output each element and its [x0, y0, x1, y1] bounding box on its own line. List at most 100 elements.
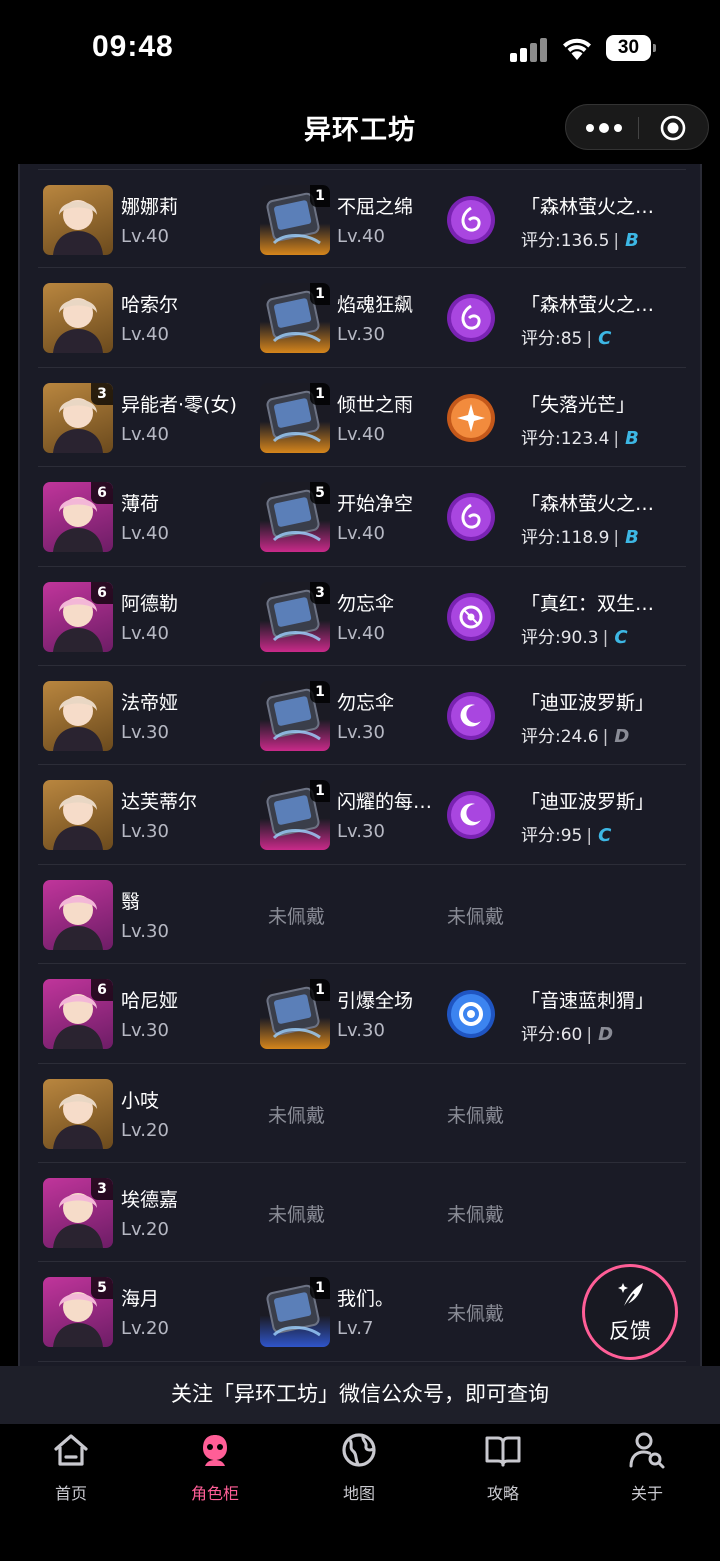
character-row[interactable]: 娜娜莉 Lv.40 1 不屈之绵 Lv.40 「森林萤火之… 评分:136.5 | B — [38, 169, 686, 269]
tab-character-cabinet[interactable]: 角色柜 — [170, 1430, 260, 1508]
character-row[interactable]: 6 薄荷 Lv.40 5 开始净空 Lv.40 「森林萤火之… 评分:118.9 | B — [38, 467, 686, 567]
feedback-button[interactable]: 反馈 — [582, 1264, 678, 1360]
weapon-name: 我们。 — [337, 1288, 395, 1311]
character-avatar: 3 — [43, 382, 113, 453]
weapon-icon: 1 — [260, 185, 330, 255]
weapon-name: 勿忘伞 — [337, 592, 395, 615]
tab-about[interactable]: 关于 — [602, 1430, 692, 1508]
weapon-icon: 3 — [260, 581, 330, 652]
weapon-icon: 1 — [260, 780, 330, 851]
weapon-name: 不屈之绵 — [337, 196, 414, 218]
equipment-grade: D — [614, 725, 630, 747]
equipment-score: 评分:118.9 | B — [521, 523, 639, 548]
weapon-icon: 1 — [260, 1277, 330, 1348]
weapon-name: 闪耀的每… — [337, 791, 433, 814]
navigation-bar: 异环工坊 — [0, 96, 720, 164]
character-avatar — [43, 185, 113, 255]
character-row[interactable]: 6 哈尼娅 Lv.30 1 引爆全场 Lv.30 「音速蓝刺猬」 评分:60 | D — [38, 964, 686, 1064]
character-level: Lv.20 — [121, 1119, 169, 1141]
character-row[interactable]: 达芙蒂尔 Lv.30 1 闪耀的每… Lv.30 「迪亚波罗斯」 评分:95 | C — [38, 765, 686, 865]
weapon-name: 倾世之雨 — [337, 393, 414, 416]
character-row[interactable]: 6 阿德勒 Lv.40 3 勿忘伞 Lv.40 「真红：双生… 评分:90.3 | C — [38, 567, 686, 666]
equipment-set-icon — [446, 195, 496, 245]
equipment-score: 评分:24.6 | D — [521, 722, 629, 747]
character-name: 埃德嘉 — [121, 1188, 179, 1211]
feedback-label: 反馈 — [609, 1319, 651, 1343]
weapon-level: Lv.40 — [337, 226, 385, 247]
character-name: 哈尼娅 — [121, 990, 179, 1013]
tab-label-home: 首页 — [54, 1484, 87, 1503]
score-separator: | — [586, 826, 593, 847]
more-icon[interactable] — [584, 119, 624, 137]
tab-map[interactable]: 地图 — [314, 1430, 404, 1508]
character-row[interactable]: 法帝娅 Lv.30 1 勿忘伞 Lv.30 「迪亚波罗斯」 评分:24.6 | D — [38, 666, 686, 766]
equipment-grade: C — [614, 626, 628, 648]
tab-label-map: 地图 — [342, 1484, 375, 1503]
character-list: 娜娜莉 Lv.40 1 不屈之绵 Lv.40 「森林萤火之… 评分:136.5 | B 哈索尔 Lv… — [38, 169, 686, 1362]
character-level: Lv.20 — [121, 1218, 169, 1240]
home-icon — [54, 1434, 88, 1466]
score-separator: | — [613, 231, 620, 251]
weapon-icon: 1 — [260, 382, 330, 453]
character-level: Lv.40 — [121, 622, 169, 644]
weapon-name: 引爆全场 — [337, 990, 414, 1013]
equipment-score-value: 评分:95 — [521, 826, 583, 847]
character-level: Lv.30 — [121, 821, 169, 843]
equipment-set-name: 「失落光芒」 — [521, 393, 636, 416]
equipment-score: 评分:136.5 | B — [521, 226, 639, 251]
weapon-icon: 1 — [260, 979, 330, 1050]
equipment-score-value: 评分:24.6 — [521, 726, 599, 747]
character-row[interactable]: 3 埃德嘉 Lv.20 未佩戴 未佩戴 — [38, 1163, 686, 1263]
score-separator: | — [602, 627, 609, 648]
score-separator: | — [613, 528, 620, 549]
weapon-unequipped-label: 未佩戴 — [268, 1203, 326, 1226]
feather-icon — [618, 1283, 643, 1310]
character-cabinet-panel[interactable]: 娜娜莉 Lv.40 1 不屈之绵 Lv.40 「森林萤火之… 评分:136.5 | B 哈索尔 Lv… — [18, 164, 702, 1366]
equipment-score: 评分:60 | D — [521, 1020, 613, 1045]
character-rank-badge: 5 — [91, 1277, 113, 1300]
person-search-icon — [629, 1432, 665, 1469]
character-level: Lv.40 — [121, 523, 169, 545]
equipment-score: 评分:123.4 | B — [521, 424, 639, 449]
character-avatar: 3 — [43, 1177, 113, 1248]
score-separator: | — [586, 329, 593, 350]
character-row[interactable]: 小吱 Lv.20 未佩戴 未佩戴 — [38, 1064, 686, 1163]
character-rank-badge: 3 — [91, 1177, 113, 1200]
character-level: Lv.30 — [121, 721, 169, 743]
tab-label-character-cabinet: 角色柜 — [190, 1484, 239, 1503]
battery-icon: 30 — [606, 35, 656, 61]
equipment-score-value: 评分:60 — [521, 1025, 583, 1046]
tab-guide[interactable]: 攻略 — [458, 1430, 548, 1508]
character-row[interactable]: 翳 Lv.30 未佩戴 未佩戴 — [38, 865, 686, 965]
weapon-unequipped-label: 未佩戴 — [268, 905, 326, 928]
equipment-set-icon — [446, 492, 496, 542]
character-row[interactable]: 3 异能者·零(女) Lv.40 1 倾世之雨 Lv.40 「失落光芒」 评分:123.4 | B — [38, 368, 686, 468]
equipment-set-icon — [446, 989, 496, 1039]
character-name: 海月 — [121, 1288, 160, 1311]
equipment-set-icon — [446, 691, 496, 741]
character-avatar: 5 — [43, 1277, 113, 1348]
score-separator: | — [602, 726, 609, 747]
weapon-name: 焰魂狂飙 — [337, 294, 414, 317]
character-row[interactable]: 哈索尔 Lv.40 1 焰魂狂飙 Lv.30 「森林萤火之… 评分:85 | C — [38, 268, 686, 368]
weapon-icon: 1 — [260, 680, 330, 751]
tab-home[interactable]: 首页 — [26, 1430, 116, 1508]
character-avatar — [43, 879, 113, 950]
weapon-rank-badge: 1 — [310, 1277, 330, 1300]
character-avatar — [43, 1078, 113, 1149]
bottom-tab-bar: 首页 角色柜 地图 攻略 关于 — [0, 1424, 720, 1561]
weapon-name: 勿忘伞 — [337, 691, 395, 714]
tab-label-about: 关于 — [630, 1484, 663, 1503]
weapon-level: Lv.40 — [337, 423, 385, 445]
equipment-unequipped-label: 未佩戴 — [447, 1203, 505, 1226]
character-rank-badge: 6 — [91, 979, 113, 1002]
character-avatar: 6 — [43, 482, 113, 553]
close-target-icon[interactable] — [660, 115, 686, 141]
equipment-grade: C — [598, 328, 612, 350]
equipment-unequipped-label: 未佩戴 — [447, 905, 505, 928]
character-level: Lv.40 — [121, 226, 169, 247]
equipment-score: 评分:85 | C — [521, 324, 611, 349]
weapon-rank-badge: 3 — [310, 581, 330, 604]
equipment-score-value: 评分:85 — [521, 329, 583, 350]
equipment-score-value: 评分:136.5 — [521, 231, 610, 251]
